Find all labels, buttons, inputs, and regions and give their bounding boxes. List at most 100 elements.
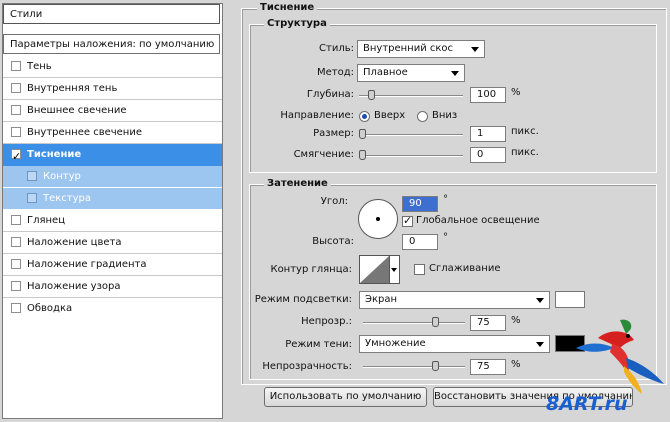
highlight-mode-select[interactable]: Экран <box>359 291 550 309</box>
style-item-pattern-overlay[interactable]: Наложение узора <box>3 276 222 298</box>
style-checkbox[interactable] <box>11 105 21 115</box>
soften-label: Смягчение: <box>293 149 354 160</box>
highlight-opacity-unit: % <box>511 315 521 326</box>
soften-slider-track[interactable] <box>359 155 463 157</box>
emboss-title: Тиснение <box>257 2 318 13</box>
highlight-opacity-input[interactable]: 75 <box>470 315 506 331</box>
size-slider-track[interactable] <box>359 134 463 136</box>
shadow-mode-select[interactable]: Умножение <box>359 335 550 353</box>
style-item-emboss[interactable]: ✓ Тиснение <box>3 144 222 166</box>
highlight-color-swatch[interactable] <box>555 291 585 308</box>
soften-input[interactable]: 0 <box>470 147 506 163</box>
style-item-satin[interactable]: Глянец <box>3 210 222 232</box>
style-item-label: Текстура <box>43 193 92 204</box>
size-slider-thumb[interactable] <box>359 129 366 139</box>
angle-degree: ° <box>443 194 448 205</box>
highlight-opacity-slider-thumb[interactable] <box>432 317 439 327</box>
style-checkbox[interactable] <box>11 127 21 137</box>
shading-title: Затенение <box>264 178 331 189</box>
direction-up-label: Вверх <box>374 110 406 121</box>
parrot-logo <box>568 318 668 398</box>
technique-select[interactable]: Плавное <box>357 64 465 82</box>
blending-options-item[interactable]: Параметры наложения: по умолчанию <box>3 34 220 54</box>
style-item-label: Внешнее свечение <box>27 105 127 116</box>
altitude-label: Высота: <box>312 236 354 247</box>
style-checkbox[interactable]: ✓ <box>11 149 21 163</box>
gloss-contour-dropdown[interactable] <box>390 255 400 284</box>
highlight-opacity-slider-track[interactable] <box>363 322 465 324</box>
chevron-down-icon <box>451 71 459 76</box>
style-label: Стиль: <box>319 43 354 54</box>
watermark-text: 8ART.ru <box>546 393 628 415</box>
style-item-label: Наложение узора <box>27 281 121 292</box>
style-item-inner-shadow[interactable]: Внутренняя тень <box>3 78 222 100</box>
style-item-contour[interactable]: Контур <box>3 166 222 188</box>
bevel-style-select[interactable]: Внутренний скос <box>357 40 485 58</box>
style-item-color-overlay[interactable]: Наложение цвета <box>3 232 222 254</box>
style-item-gradient-overlay[interactable]: Наложение градиента <box>3 254 222 276</box>
shadow-opacity-label: Непрозрачность: <box>262 361 352 372</box>
style-checkbox[interactable] <box>11 237 21 247</box>
style-checkbox[interactable] <box>11 215 21 225</box>
chevron-down-icon <box>471 47 479 52</box>
technique-label: Метод: <box>316 67 354 78</box>
depth-input[interactable]: 100 <box>470 87 506 103</box>
style-item-texture[interactable]: Текстура <box>3 188 222 210</box>
soften-slider-thumb[interactable] <box>359 150 366 160</box>
structure-title: Структура <box>264 18 330 29</box>
shadow-mode-label: Режим тени: <box>285 339 352 350</box>
chevron-down-icon <box>391 268 397 272</box>
shadow-opacity-slider-track[interactable] <box>363 366 465 368</box>
shadow-opacity-input[interactable]: 75 <box>470 359 506 375</box>
angle-label: Угол: <box>320 196 348 207</box>
chevron-down-icon <box>536 342 544 347</box>
global-light-checkbox[interactable]: ✓ <box>402 214 413 227</box>
style-item-label: Обводка <box>27 303 73 314</box>
style-item-label: Внутреннее свечение <box>27 127 142 138</box>
highlight-opacity-label: Непрозр.: <box>301 316 352 327</box>
shadow-opacity-slider-thumb[interactable] <box>432 361 439 371</box>
style-checkbox[interactable] <box>11 83 21 93</box>
gloss-contour-preview[interactable] <box>359 255 390 284</box>
gloss-contour-label: Контур глянца: <box>270 264 352 275</box>
check-icon: ✓ <box>12 150 22 163</box>
direction-down-label: Вниз <box>432 110 458 121</box>
style-item-drop-shadow[interactable]: Тень <box>3 56 222 78</box>
style-item-label: Наложение цвета <box>27 237 122 248</box>
bevel-style-value: Внутренний скос <box>363 43 454 54</box>
direction-down-radio[interactable] <box>417 111 428 122</box>
technique-value: Плавное <box>363 67 408 78</box>
altitude-input[interactable]: 0 <box>402 234 438 250</box>
depth-label: Глубина: <box>306 89 354 100</box>
direction-up-radio[interactable] <box>359 111 370 122</box>
size-label: Размер: <box>313 128 354 139</box>
style-checkbox[interactable] <box>11 281 21 291</box>
style-item-label: Наложение градиента <box>27 259 147 270</box>
style-checkbox[interactable] <box>27 193 37 203</box>
highlight-mode-label: Режим подсветки: <box>254 294 352 305</box>
style-item-stroke[interactable]: Обводка <box>3 298 222 320</box>
styles-header[interactable]: Стили <box>3 4 220 24</box>
style-checkbox[interactable] <box>11 61 21 71</box>
style-item-outer-glow[interactable]: Внешнее свечение <box>3 100 222 122</box>
shadow-mode-value: Умножение <box>365 338 426 349</box>
altitude-degree: ° <box>443 232 448 243</box>
angle-input[interactable]: 90 <box>402 196 438 212</box>
style-checkbox[interactable] <box>27 171 37 181</box>
style-checkbox[interactable] <box>11 259 21 269</box>
style-item-label: Контур <box>43 171 81 182</box>
make-default-button[interactable]: Использовать по умолчанию <box>264 387 427 407</box>
style-checkbox[interactable] <box>11 303 21 313</box>
style-item-label: Тень <box>27 61 52 72</box>
angle-dial[interactable] <box>358 199 398 239</box>
anti-aliased-checkbox[interactable] <box>414 264 425 275</box>
style-item-label: Внутренняя тень <box>27 83 118 94</box>
depth-unit: % <box>511 87 521 98</box>
size-unit: пикс. <box>511 126 539 137</box>
global-light-label: Глобальное освещение <box>416 215 540 226</box>
chevron-down-icon <box>536 298 544 303</box>
size-input[interactable]: 1 <box>470 126 506 142</box>
depth-slider-thumb[interactable] <box>368 90 375 100</box>
style-item-inner-glow[interactable]: Внутреннее свечение <box>3 122 222 144</box>
soften-unit: пикс. <box>511 147 539 158</box>
